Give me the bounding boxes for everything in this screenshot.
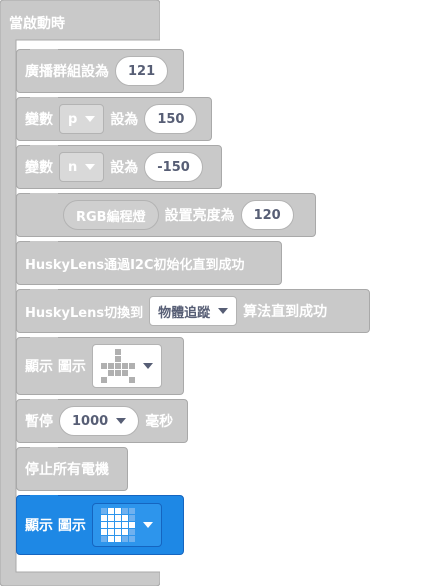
broadcast-group-value[interactable]: 121 [115,56,169,86]
rgb-led-reporter[interactable]: RGB編程燈 [63,200,159,230]
pause-block[interactable]: 暫停 1000 毫秒 [16,399,188,443]
chevron-down-icon [142,522,153,528]
set-to-label: 設為 [110,112,139,128]
block-notch [30,289,58,296]
broadcast-group-label: 廣播群組設為 [25,64,109,80]
until-success-label: 算法直到成功 [243,304,328,320]
stop-all-motors-label: 停止所有電機 [25,462,109,478]
algorithm-value: 物體追蹤 [158,305,211,321]
brightness-value[interactable]: 120 [240,200,294,230]
chevron-down-icon [218,308,229,314]
block-notch [30,49,58,56]
chevron-down-icon [116,418,127,424]
show-icon-label: 顯示 圖示 [25,359,86,375]
show-icon-label: 顯示 圖示 [25,518,86,534]
huskylens-switch-label: HuskyLens切換到 [25,305,144,321]
pause-label: 暫停 [25,414,53,430]
chevron-down-icon [142,363,153,369]
set-brightness-label: 設置亮度為 [164,208,235,224]
chevron-down-icon [85,116,96,122]
pause-duration-dropdown[interactable]: 1000 [59,406,140,436]
block-notch [30,241,58,248]
stop-all-motors-block[interactable]: 停止所有電機 [16,447,128,491]
block-notch [30,447,58,454]
variable-label: 變數 [25,160,53,176]
huskylens-switch-algorithm-block[interactable]: HuskyLens切換到 物體追蹤 算法直到成功 [16,289,370,333]
variable-n-name: n [68,159,78,175]
set-variable-p-block[interactable]: 變數 p 設為 150 [16,97,212,141]
show-icon-block-selected[interactable]: 顯示 圖示 [16,495,184,555]
variable-p-name: p [68,111,78,127]
rgb-brightness-block[interactable]: RGB編程燈 設置亮度為 120 [16,193,316,237]
block-notch [30,337,58,344]
on-start-label: 當啟動時 [9,16,65,32]
huskylens-init-block[interactable]: HuskyLens通過I2C初始化直到成功 [16,241,282,285]
led-matrix-icon [100,508,135,542]
icon-dropdown[interactable] [91,503,162,547]
huskylens-init-label: HuskyLens通過I2C初始化直到成功 [25,257,245,273]
block-notch [30,145,58,152]
broadcast-group-block[interactable]: 廣播群組設為 121 [16,49,184,93]
chevron-down-icon [85,164,96,170]
milliseconds-label: 毫秒 [145,414,174,430]
variable-label: 變數 [25,112,53,128]
variable-n-dropdown[interactable]: n [59,152,105,182]
block-notch [30,399,58,406]
block-notch [30,97,58,104]
variable-p-value[interactable]: 150 [144,104,198,134]
set-variable-n-block[interactable]: 變數 n 設為 -150 [16,145,222,189]
block-notch [30,495,58,502]
icon-dropdown[interactable] [91,344,162,388]
led-matrix-icon [100,349,135,383]
variable-n-value[interactable]: -150 [144,152,203,182]
show-icon-block[interactable]: 顯示 圖示 [16,337,184,395]
variable-p-dropdown[interactable]: p [59,104,105,134]
algorithm-dropdown[interactable]: 物體追蹤 [149,296,238,326]
pause-duration-value: 1000 [72,413,109,429]
block-notch [30,193,58,200]
set-to-label: 設為 [110,160,139,176]
